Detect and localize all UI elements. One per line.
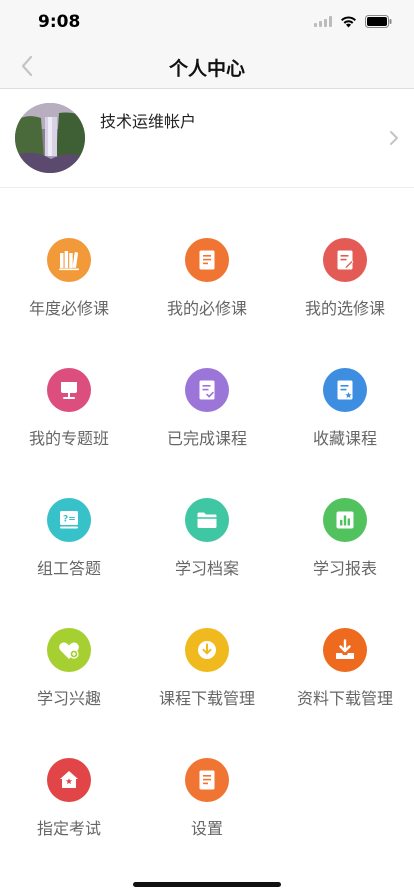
menu-icon-circle xyxy=(47,628,91,672)
account-name: 技术运维帐户 xyxy=(100,112,197,131)
menu-icon-circle xyxy=(185,238,229,282)
menu-item-party-quiz[interactable]: ?= 组工答题 xyxy=(0,496,138,606)
menu-icon-circle xyxy=(47,758,91,802)
document-icon xyxy=(199,250,215,270)
menu-item-label: 年度必修课 xyxy=(28,299,109,318)
battery-icon xyxy=(365,15,392,28)
menu-item-label: 资料下载管理 xyxy=(296,689,393,708)
menu-item-label: 学习兴趣 xyxy=(36,689,101,708)
avatar xyxy=(15,103,85,173)
menu-item-study-archive[interactable]: 学习档案 xyxy=(138,496,276,606)
folder-icon xyxy=(197,512,217,528)
menu-item-label: 组工答题 xyxy=(36,559,101,578)
menu-item-study-interest[interactable]: 学习兴趣 xyxy=(0,626,138,736)
menu-icon-circle xyxy=(185,368,229,412)
menu-item-settings[interactable]: 设置 xyxy=(138,756,276,866)
menu-icon-circle xyxy=(185,628,229,672)
status-icons xyxy=(314,15,392,28)
menu-item-my-elective[interactable]: 我的选修课 xyxy=(276,236,414,346)
menu-item-label: 学习档案 xyxy=(174,559,239,578)
status-time: 9:08 xyxy=(38,12,81,32)
menu-item-favorite-courses[interactable]: 收藏课程 xyxy=(276,366,414,476)
menu-item-label: 我的必修课 xyxy=(166,299,247,318)
menu-item-assigned-exam[interactable]: 指定考试 xyxy=(0,756,138,866)
question-board-icon: ?= xyxy=(60,511,78,529)
home-indicator[interactable] xyxy=(133,882,281,887)
page-title: 个人中心 xyxy=(168,58,245,80)
heart-plus-icon xyxy=(59,642,79,659)
download-tray-icon xyxy=(336,639,354,659)
menu-item-label: 已完成课程 xyxy=(166,429,247,448)
menu-icon-circle xyxy=(323,368,367,412)
podium-icon xyxy=(61,382,77,399)
menu-icon-circle xyxy=(323,238,367,282)
menu-icon-circle xyxy=(185,498,229,542)
settings-document-icon xyxy=(199,770,215,790)
menu-icon-circle xyxy=(47,368,91,412)
menu-item-my-topic-class[interactable]: 我的专题班 xyxy=(0,366,138,476)
chevron-right-icon xyxy=(390,131,398,145)
menu-icon-circle xyxy=(323,498,367,542)
wifi-icon xyxy=(341,15,356,27)
edit-document-icon xyxy=(337,250,354,270)
menu-item-label: 我的专题班 xyxy=(28,429,109,448)
menu-icon-circle: ?= xyxy=(47,498,91,542)
menu-item-label: 设置 xyxy=(190,819,223,838)
checked-document-icon xyxy=(199,380,215,400)
menu-item-study-report[interactable]: 学习报表 xyxy=(276,496,414,606)
menu-item-course-download[interactable]: 课程下载管理 xyxy=(138,626,276,736)
books-icon xyxy=(59,251,79,271)
menu-item-annual-required[interactable]: 年度必修课 xyxy=(0,236,138,346)
navigation-bar: 个人中心 xyxy=(0,44,414,89)
menu-item-label: 指定考试 xyxy=(36,819,101,838)
starred-document-icon xyxy=(337,380,353,400)
menu-item-label: 收藏课程 xyxy=(312,429,377,448)
menu-icon-circle xyxy=(185,758,229,802)
exam-house-icon xyxy=(60,771,78,788)
download-circle-icon xyxy=(198,641,216,659)
signal-icon xyxy=(314,16,332,27)
waterfall-landscape-image xyxy=(15,103,85,173)
svg-text:?=: ?= xyxy=(63,515,76,525)
menu-item-material-download[interactable]: 资料下载管理 xyxy=(276,626,414,736)
menu-item-label: 我的选修课 xyxy=(304,299,385,318)
menu-icon-circle xyxy=(323,628,367,672)
profile-row[interactable]: 技术运维帐户 xyxy=(0,89,414,188)
status-bar: 9:08 xyxy=(0,0,414,44)
menu-item-label: 课程下载管理 xyxy=(158,689,255,708)
bar-chart-icon xyxy=(336,511,354,529)
menu-item-completed-courses[interactable]: 已完成课程 xyxy=(138,366,276,476)
menu-icon-circle xyxy=(47,238,91,282)
menu-item-my-required[interactable]: 我的必修课 xyxy=(138,236,276,346)
menu-item-label: 学习报表 xyxy=(312,559,377,578)
